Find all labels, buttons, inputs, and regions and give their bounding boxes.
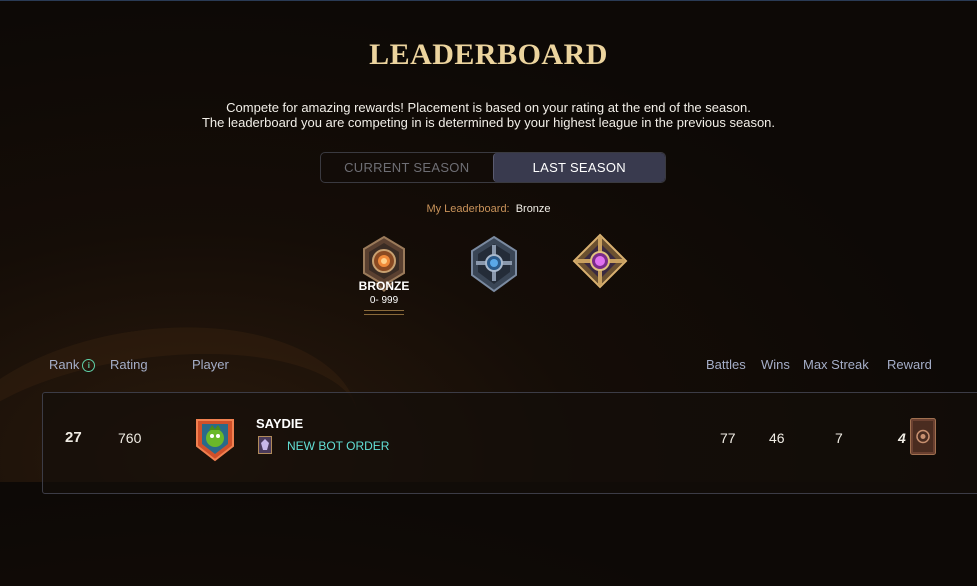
tab-current-season[interactable]: CURRENT SEASON: [321, 153, 493, 182]
guild-name[interactable]: NEW BOT ORDER: [287, 439, 389, 453]
league-silver[interactable]: [462, 233, 526, 297]
bronze-caption: BRONZE 0- 999: [352, 279, 416, 315]
top-border: [0, 0, 977, 1]
description-line-1: Compete for amazing rewards! Placement i…: [226, 100, 751, 115]
my-leaderboard-value: Bronze: [515, 203, 551, 215]
row-battles: 77: [720, 430, 736, 446]
column-header-rating: Rating: [110, 357, 148, 372]
league-range: 0- 999: [369, 295, 399, 306]
reward-card-icon[interactable]: [910, 418, 936, 455]
column-header-battles: Battles: [706, 357, 746, 372]
table-row[interactable]: 27 760 SAYDIE NEW BOT ORDER 77 46 7 4: [42, 392, 977, 494]
column-header-reward: Reward: [887, 357, 932, 372]
row-max-streak: 7: [835, 430, 843, 446]
column-header-rank: Rank i: [49, 357, 96, 372]
info-icon[interactable]: i: [82, 359, 96, 372]
row-rank: 27: [65, 429, 82, 446]
tab-last-season[interactable]: LAST SEASON: [492, 153, 665, 182]
column-header-player: Player: [192, 357, 229, 372]
my-leaderboard: My Leaderboard: Bronze: [0, 203, 977, 215]
season-tabs: CURRENT SEASON LAST SEASON: [320, 152, 666, 183]
player-name[interactable]: SAYDIE: [256, 416, 303, 431]
gold-league-icon: [572, 233, 628, 289]
league-gold[interactable]: [568, 233, 632, 297]
my-leaderboard-label: My Leaderboard:: [426, 203, 510, 215]
description-line-2: The leaderboard you are competing in is …: [201, 115, 776, 130]
guild-emblem-icon: [258, 436, 272, 454]
column-header-wins: Wins: [761, 357, 790, 372]
selected-underline: [364, 310, 404, 315]
page-description: Compete for amazing rewards! Placement i…: [0, 100, 977, 130]
rank-header-label: Rank: [49, 357, 80, 372]
row-reward-count: 4: [898, 430, 906, 446]
row-wins: 46: [769, 430, 785, 446]
column-header-max-streak: Max Streak: [803, 357, 869, 372]
silver-league-icon: [471, 235, 517, 293]
row-rating: 760: [118, 430, 142, 446]
player-avatar-icon[interactable]: [193, 416, 237, 462]
page-title: LEADERBOARD: [369, 38, 608, 71]
league-name: BRONZE: [358, 279, 410, 293]
